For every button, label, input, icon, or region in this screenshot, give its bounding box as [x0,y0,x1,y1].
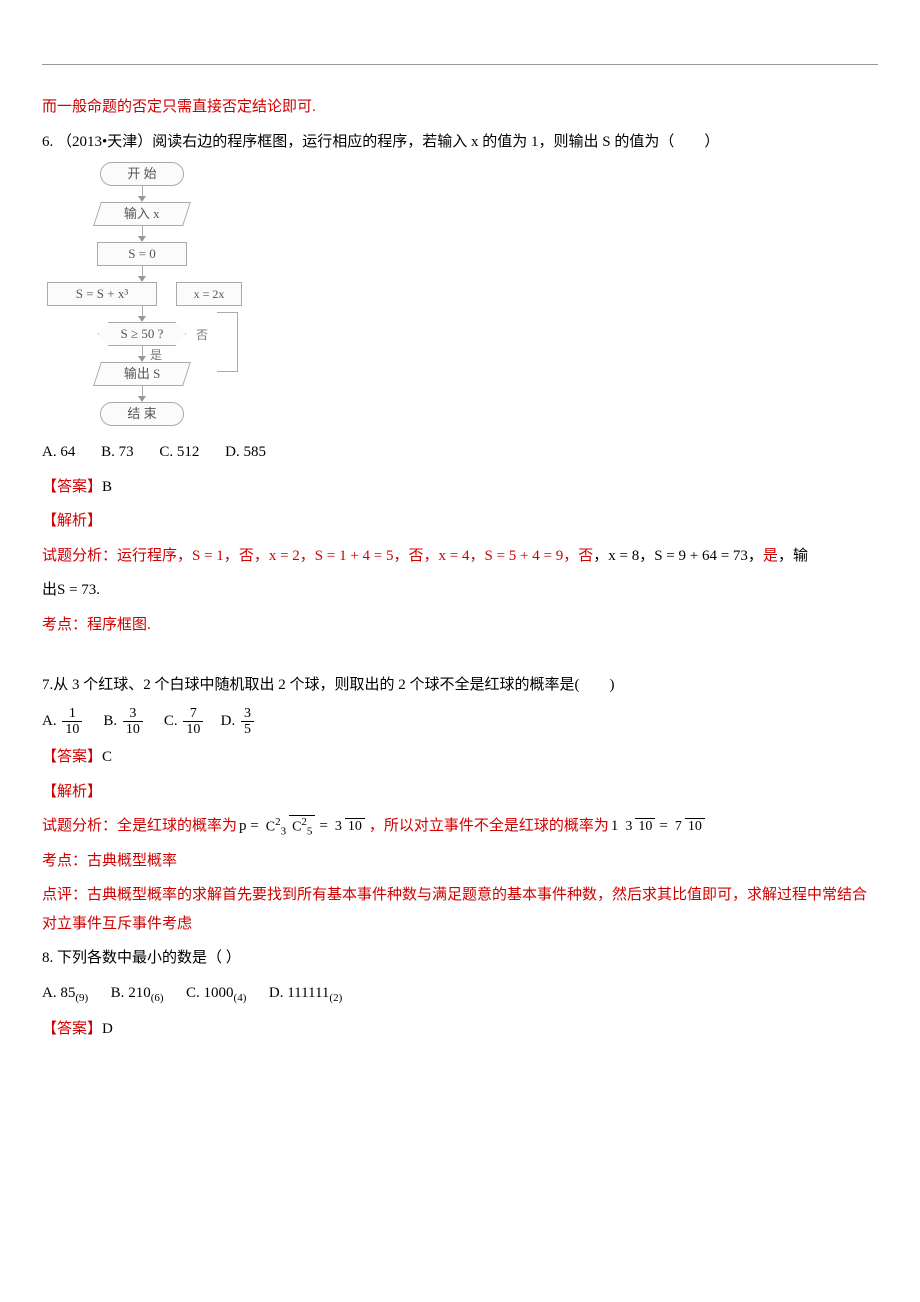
q6-analysis-2: 出S = 73. [42,576,878,605]
q7-opt-a: A. 110 [42,706,84,738]
flow-init: S = 0 [97,242,187,266]
q8-opt-c: C. 1000(4) [186,985,246,1001]
q7-answer: 【答案】C [42,743,878,772]
q7-opt-c: C. 710 [164,706,206,738]
q6-opt-c: C. 512 [159,444,199,460]
q6-options: A. 64 B. 73 C. 512 D. 585 [42,438,878,467]
flow-assign: S = S + x³ [47,282,157,306]
q8-options: A. 85(9) B. 210(6) C. 1000(4) D. 111111(… [42,979,878,1009]
q7-opt-d: D. 35 [221,706,256,738]
q8-opt-b: B. 210(6) [111,985,164,1001]
intro-text: 而一般命题的否定只需直接否定结论即可. [42,93,878,122]
q7-dianping: 点评：古典概型概率的求解首先要找到所有基本事件种数与满足题意的基本事件种数，然后… [42,881,878,938]
flow-cond: S ≥ 50 ? [98,322,186,346]
flow-output: 输出 S [93,362,191,386]
q6-kaodian: 考点：程序框图. [42,611,878,640]
flow-input: 输入 x [93,202,191,226]
q8-opt-a: A. 85(9) [42,985,88,1001]
top-rule [42,64,878,65]
flow-side: x = 2x [176,282,242,306]
q7-opt-b: B. 310 [103,706,145,738]
q7-kaodian: 考点：古典概型概率 [42,847,878,876]
q6-opt-a: A. 64 [42,444,75,460]
q7-options: A. 110 B. 310 C. 710 D. 35 [42,706,878,738]
q6-stem: 6. （2013•天津）阅读右边的程序框图，运行相应的程序，若输入 x 的值为 … [42,128,878,157]
q7-jiexi: 【解析】 [42,778,878,807]
q7-stem: 7.从 3 个红球、2 个白球中随机取出 2 个球，则取出的 2 个球不全是红球… [42,671,878,700]
flowchart: 开 始 输入 x S = 0 S = S + x³ x = 2x S ≥ 50 … [42,162,242,430]
flow-end: 结 束 [100,402,184,426]
q8-stem: 8. 下列各数中最小的数是（ ） [42,944,878,973]
q6-opt-d: D. 585 [225,444,266,460]
q6-answer: 【答案】B [42,473,878,502]
q8-opt-d: D. 111111(2) [269,985,342,1001]
q6-jiexi: 【解析】 [42,507,878,536]
q6-analysis: 试题分析：运行程序，S = 1，否，x = 2，S = 1 + 4 = 5，否，… [42,542,878,571]
q7-analysis: 试题分析：全是红球的概率为 p = C23 C25 = 310 ，所以对立事件不… [42,812,878,841]
flow-no-label: 否 [196,324,208,347]
q6-opt-b: B. 73 [101,444,134,460]
q8-answer: 【答案】D [42,1015,878,1044]
flow-start: 开 始 [100,162,184,186]
